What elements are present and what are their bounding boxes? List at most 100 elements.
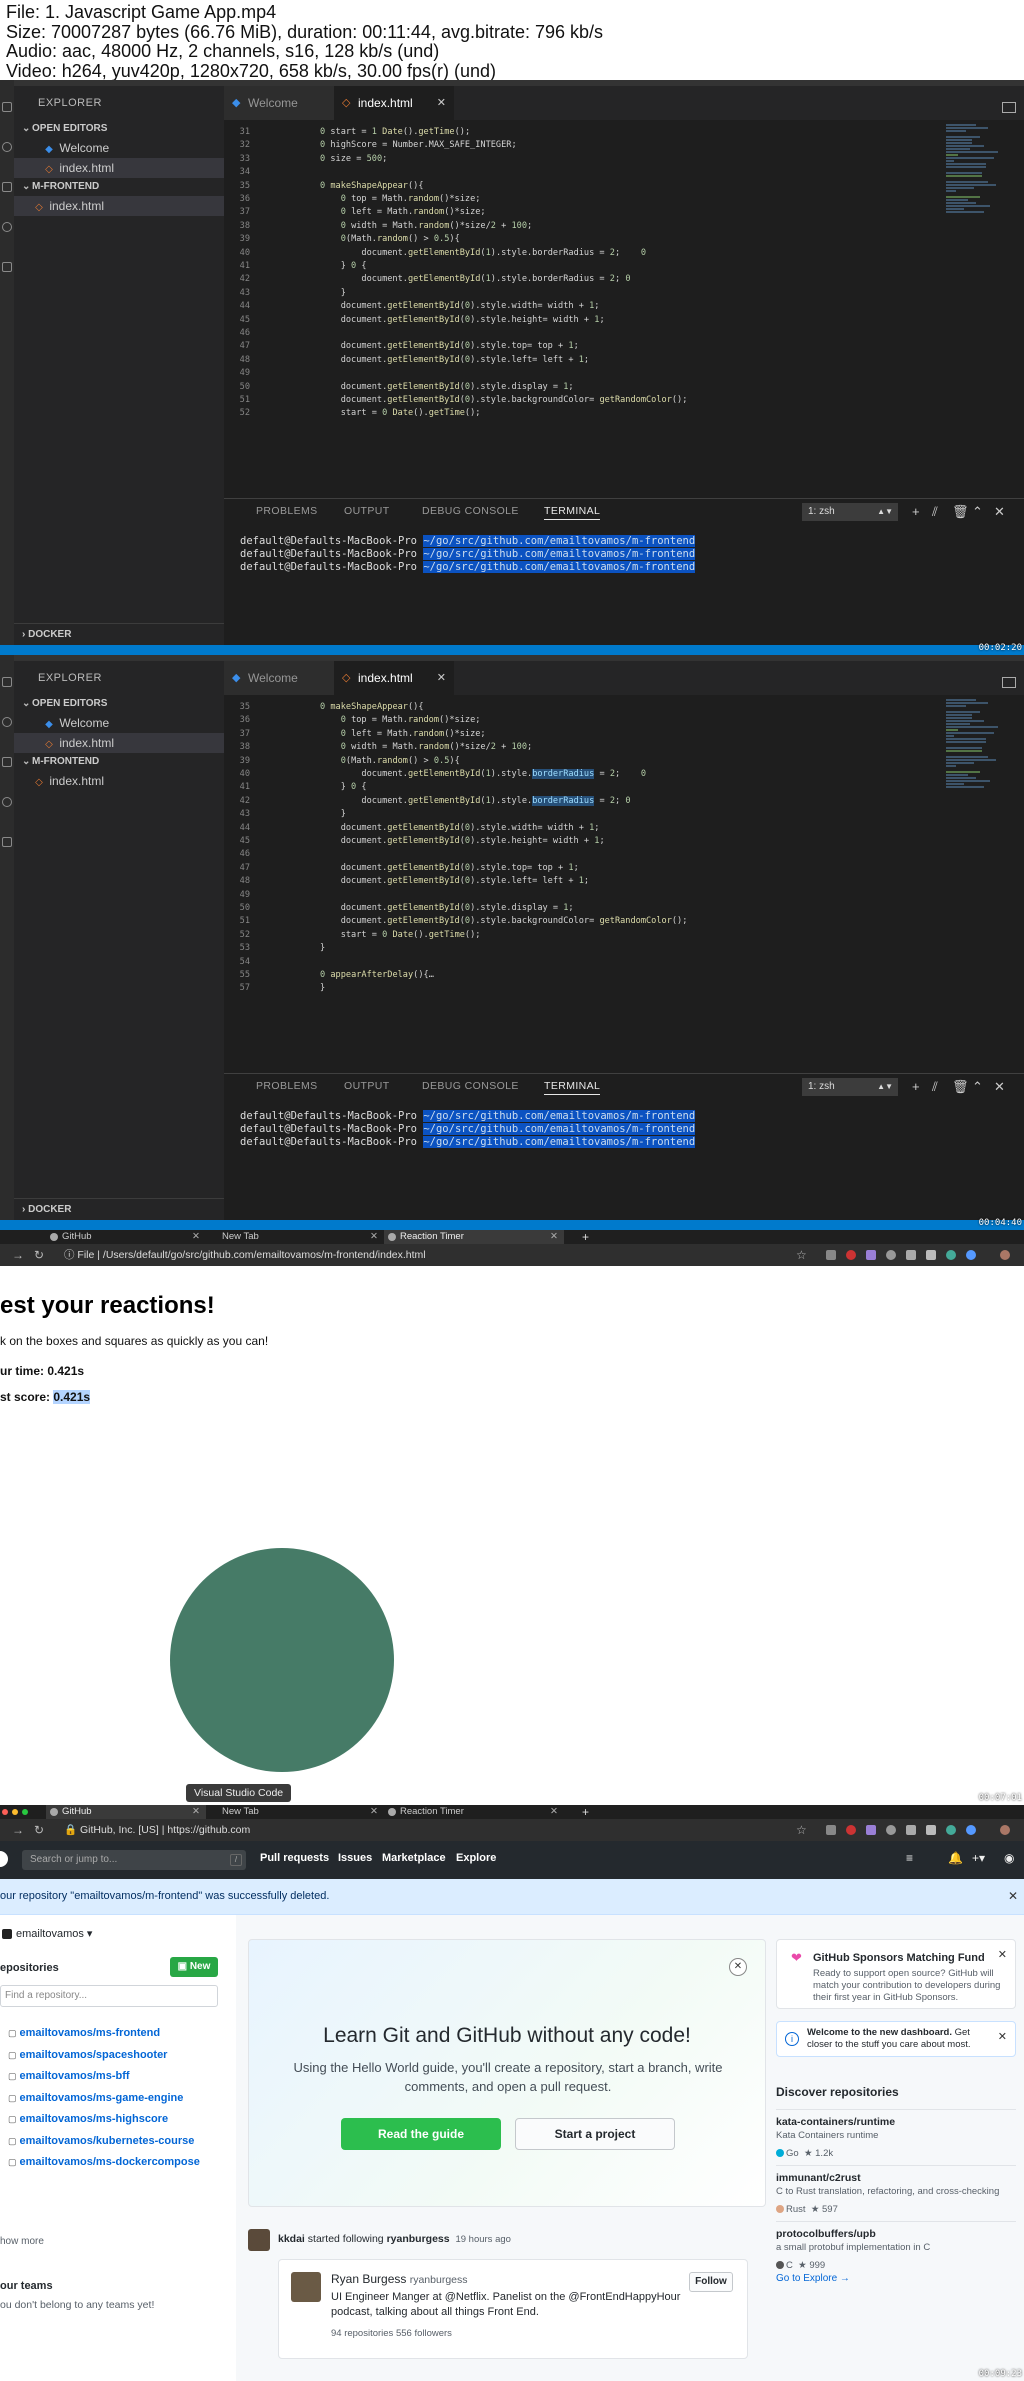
sponsors-title[interactable]: GitHub Sponsors Matching Fund	[813, 1952, 985, 1964]
plus-icon[interactable]: +▾	[972, 1851, 985, 1865]
open-editor-index[interactable]: ◇ index.html	[14, 158, 224, 178]
chevron-up-icon[interactable]: ⌃	[972, 1078, 983, 1096]
trash-icon[interactable]: 🗑	[952, 503, 969, 521]
debug-icon[interactable]	[2, 797, 12, 807]
code-line[interactable]: 39 0(Math.random() > 0.5){	[224, 233, 944, 246]
avatar[interactable]	[291, 2272, 321, 2302]
code-line[interactable]: 44 document.getElementById(0).style.widt…	[224, 822, 944, 835]
browser-tab-github[interactable]: GitHub ✕	[46, 1805, 206, 1819]
code-line[interactable]: 43 }	[224, 808, 944, 821]
project-section[interactable]: ⌄ M-FRONTEND	[14, 178, 224, 196]
close-icon[interactable]: ✕	[1008, 1889, 1018, 1903]
extension-icon[interactable]	[886, 1825, 896, 1835]
browser-tab-github[interactable]: GitHub ✕	[46, 1230, 206, 1244]
repo-link[interactable]: ▢ emailtovamos/ms-frontend	[8, 2027, 160, 2039]
source-control-icon[interactable]	[2, 182, 12, 192]
code-line[interactable]: 47 document.getElementById(0).style.top=…	[224, 340, 944, 353]
code-line[interactable]: 44 document.getElementById(0).style.widt…	[224, 300, 944, 313]
code-line[interactable]: 37 0 left = Math.random()*size;	[224, 206, 944, 219]
shell-select[interactable]: 1: zsh ▲▼	[802, 1078, 898, 1096]
repo-link[interactable]: ▢ emailtovamos/kubernetes-course	[8, 2135, 194, 2147]
code-line[interactable]: 46	[224, 848, 944, 861]
nav-issues[interactable]: Issues	[338, 1852, 372, 1864]
read-guide-button[interactable]: Read the guide	[341, 2118, 501, 2150]
extension-icon[interactable]	[846, 1250, 856, 1260]
code-editor[interactable]: 35 0 makeShapeAppear(){36 0 top = Math.ra…	[224, 695, 944, 1073]
code-line[interactable]: 48 document.getElementById(0).style.left…	[224, 354, 944, 367]
tab-output[interactable]: OUTPUT	[344, 1080, 390, 1092]
close-icon[interactable]: ✕	[550, 1805, 558, 1819]
github-search-input[interactable]: Search or jump to... /	[22, 1850, 246, 1870]
split-editor-icon[interactable]	[1002, 102, 1016, 113]
bookmark-star-icon[interactable]: ☆	[796, 1819, 807, 1841]
minimap[interactable]	[946, 695, 1006, 855]
github-logo-icon[interactable]	[0, 1851, 8, 1867]
source-control-icon[interactable]	[2, 757, 12, 767]
code-line[interactable]: 52 start = 0 Date().getTime();	[224, 407, 944, 420]
extension-icon[interactable]	[946, 1250, 956, 1260]
browser-tab-new[interactable]: New Tab ✕	[206, 1805, 384, 1819]
docker-section[interactable]: › DOCKER	[14, 623, 224, 645]
close-icon[interactable]: ✕	[192, 1230, 200, 1244]
repo-link[interactable]: ▢ emailtovamos/ms-game-engine	[8, 2092, 183, 2104]
nav-explore[interactable]: Explore	[456, 1852, 496, 1864]
extension-icon[interactable]	[826, 1825, 836, 1835]
close-icon[interactable]: ✕	[437, 86, 446, 120]
terminal-output[interactable]: default@Defaults-MacBook-Pro ~/go/src/gi…	[240, 1110, 940, 1149]
bell-icon[interactable]: 🔔	[948, 1851, 963, 1865]
code-line[interactable]: 55 0 appearAfterDelay(){…	[224, 969, 944, 982]
close-icon[interactable]: ✕	[550, 1230, 558, 1244]
code-line[interactable]: 52 start = 0 Date().getTime();	[224, 929, 944, 942]
go-to-explore-link[interactable]: Go to Explore →	[776, 2273, 850, 2284]
split-terminal-icon[interactable]: ⫽	[932, 503, 938, 521]
project-file-index[interactable]: ◇ index.html	[14, 196, 224, 216]
files-icon[interactable]	[2, 677, 12, 687]
new-repo-button[interactable]: ▣ New	[170, 1957, 218, 1977]
code-line[interactable]: 35 0 makeShapeAppear(){	[224, 701, 944, 714]
profile-avatar[interactable]	[1000, 1825, 1010, 1835]
project-file-index[interactable]: ◇ index.html	[14, 771, 224, 791]
add-terminal-icon[interactable]: +	[912, 1078, 920, 1096]
code-line[interactable]: 37 0 left = Math.random()*size;	[224, 728, 944, 741]
debug-icon[interactable]	[2, 222, 12, 232]
extension-icon[interactable]	[926, 1825, 936, 1835]
extension-icon[interactable]	[946, 1825, 956, 1835]
code-line[interactable]: 46	[224, 327, 944, 340]
new-tab-icon[interactable]: +	[582, 1230, 589, 1244]
code-line[interactable]: 40 document.getElementById(1).style.bord…	[224, 768, 944, 781]
code-line[interactable]: 33 0 size = 500;	[224, 153, 944, 166]
code-editor[interactable]: 31 0 start = 1 Date().getTime(); 32 0 highS…	[224, 120, 944, 498]
code-line[interactable]: 36 0 top = Math.random()*size;	[224, 714, 944, 727]
close-icon[interactable]: ✕	[370, 1805, 378, 1819]
code-line[interactable]: 51 document.getElementById(0).style.back…	[224, 394, 944, 407]
url-field[interactable]: 🔒 GitHub, Inc. [US] | https://github.com	[64, 1823, 250, 1837]
project-section[interactable]: ⌄ M-FRONTEND	[14, 753, 224, 771]
menu-icon[interactable]: ≡	[906, 1851, 913, 1865]
nav-marketplace[interactable]: Marketplace	[382, 1852, 446, 1864]
tab-index-html[interactable]: ◇ index.html ✕	[334, 661, 454, 695]
code-line[interactable]: 32 0 highScore = Number.MAX_SAFE_INTEGER;	[224, 139, 944, 152]
trash-icon[interactable]: 🗑	[952, 1078, 969, 1096]
nav-pull-requests[interactable]: Pull requests	[260, 1852, 329, 1864]
tab-problems[interactable]: PROBLEMS	[256, 1080, 318, 1092]
forward-icon[interactable]: →	[12, 1819, 24, 1841]
open-editor-welcome[interactable]: ◆ Welcome	[14, 138, 224, 158]
avatar[interactable]	[248, 2229, 270, 2251]
discover-repo-name[interactable]: immunant/c2rust	[776, 2172, 861, 2184]
extensions-icon[interactable]	[2, 837, 12, 847]
code-line[interactable]: 54	[224, 956, 944, 969]
extension-icon[interactable]	[966, 1825, 976, 1835]
shell-select[interactable]: 1: zsh ▲▼	[802, 503, 898, 521]
extension-icon[interactable]	[846, 1825, 856, 1835]
search-icon[interactable]	[2, 142, 12, 152]
tab-output[interactable]: OUTPUT	[344, 505, 390, 517]
discover-repo-name[interactable]: kata-containers/runtime	[776, 2116, 895, 2128]
repo-link[interactable]: ▢ emailtovamos/ms-dockercompose	[8, 2156, 200, 2168]
code-line[interactable]: 38 0 width = Math.random()*size/2 + 100;	[224, 220, 944, 233]
open-editor-welcome[interactable]: ◆ Welcome	[14, 713, 224, 733]
browser-tab-new[interactable]: New Tab ✕	[206, 1230, 384, 1244]
browser-tab-reaction-timer[interactable]: Reaction Timer ✕	[384, 1805, 564, 1819]
tab-welcome[interactable]: ◆ Welcome	[224, 86, 334, 120]
code-line[interactable]: 57}	[224, 982, 944, 995]
code-line[interactable]: 42 document.getElementById(1).style.bord…	[224, 273, 944, 286]
